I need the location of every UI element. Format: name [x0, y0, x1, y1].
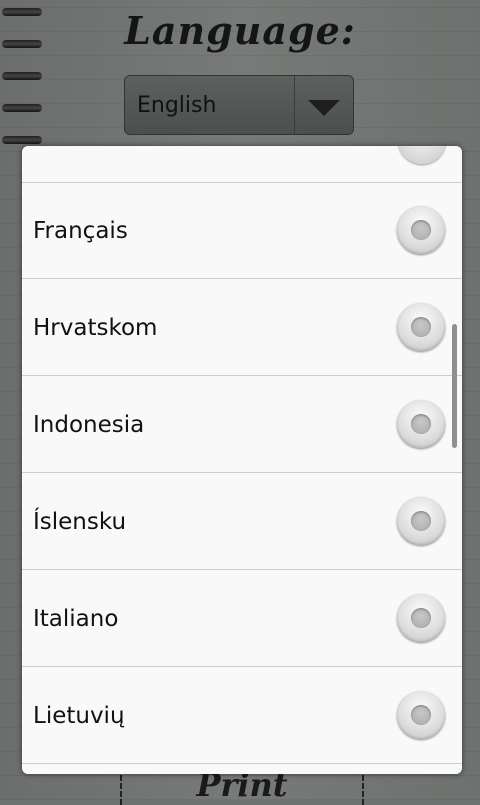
list-item-label: Français [33, 218, 128, 244]
list-item[interactable]: Hrvatskom [22, 280, 462, 376]
list-item[interactable]: Français [22, 183, 462, 279]
radio-button[interactable] [397, 691, 445, 739]
radio-button[interactable] [397, 400, 445, 448]
spiral-ring [2, 104, 42, 112]
list-item[interactable]: Lietuvių [22, 668, 462, 764]
language-dropdown[interactable]: English [124, 75, 354, 135]
list-item-label: Lietuvių [33, 703, 125, 729]
language-picker-dialog: Français Hrvatskom Indonesia Íslensku It… [22, 146, 462, 774]
language-title: Language: [124, 8, 356, 53]
print-button: Print [120, 769, 364, 805]
radio-dot-icon [411, 317, 431, 337]
list-item[interactable]: Italiano [22, 571, 462, 667]
dropdown-arrow-icon [294, 76, 353, 134]
radio-button[interactable] [397, 303, 445, 351]
list-item-label: Hrvatskom [33, 315, 158, 341]
radio-button[interactable] [397, 497, 445, 545]
list-item-label: Indonesia [33, 412, 145, 438]
radio-dot-icon [411, 414, 431, 434]
radio-dot-icon [411, 705, 431, 725]
radio-dot-icon [411, 608, 431, 628]
radio-button[interactable] [397, 206, 445, 254]
list-item-partial [22, 764, 462, 774]
list-item-label: Íslensku [33, 509, 127, 535]
list-item[interactable]: Íslensku [22, 474, 462, 570]
spiral-ring [2, 72, 42, 80]
radio-dot-icon [411, 511, 431, 531]
radio-button-icon [398, 146, 446, 164]
spiral-ring [2, 136, 42, 144]
radio-dot-icon [411, 220, 431, 240]
language-dropdown-value: English [137, 93, 217, 118]
language-list[interactable]: Français Hrvatskom Indonesia Íslensku It… [22, 146, 462, 774]
list-item[interactable]: Indonesia [22, 377, 462, 473]
scrollbar-thumb[interactable] [452, 324, 457, 448]
list-item-label: Italiano [33, 606, 119, 632]
radio-button[interactable] [397, 594, 445, 642]
list-item-partial [22, 146, 462, 183]
